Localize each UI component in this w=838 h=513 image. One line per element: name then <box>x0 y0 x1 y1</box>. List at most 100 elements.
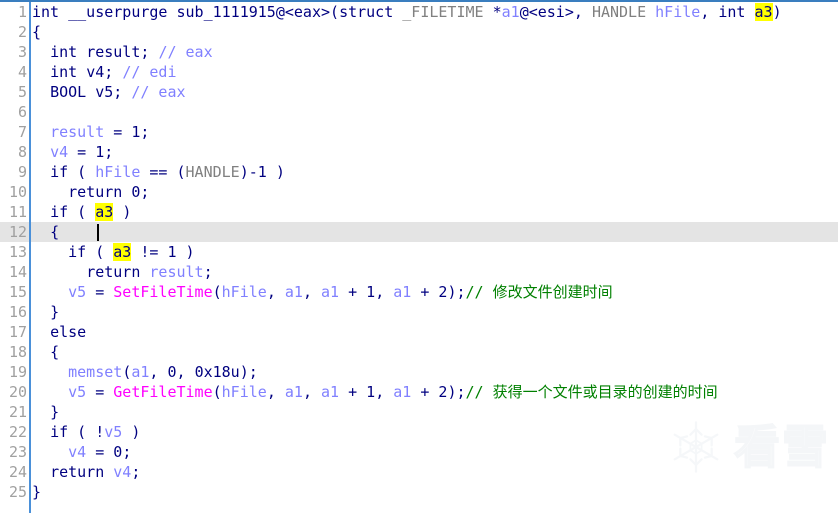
line-source[interactable]: { <box>28 22 838 42</box>
code-line[interactable]: 10 return 0; <box>0 182 838 202</box>
token-variable[interactable]: hFile <box>655 3 700 21</box>
token-variable-decl[interactable]: v5 <box>95 83 113 101</box>
token-variable[interactable]: a1 <box>321 383 339 401</box>
line-source[interactable]: result = 1; <box>28 122 838 142</box>
code-line[interactable]: 22 if ( !v5 ) <box>0 422 838 442</box>
line-source[interactable]: } <box>28 482 838 502</box>
token-variable[interactable]: v5 <box>104 423 122 441</box>
token-variable[interactable]: hFile <box>222 283 267 301</box>
token-punct: , <box>375 283 385 301</box>
line-source[interactable]: v4 = 1; <box>28 142 838 162</box>
line-source[interactable]: return 0; <box>28 182 838 202</box>
token-variable[interactable]: a1 <box>321 283 339 301</box>
token-variable[interactable]: hFile <box>222 383 267 401</box>
token-keyword: int <box>718 3 746 21</box>
code-line[interactable]: 25 } <box>0 482 838 502</box>
token-punct: , <box>700 3 710 21</box>
token-variable[interactable]: v4 <box>68 443 86 461</box>
token-number: 1 <box>167 243 177 261</box>
token-variable[interactable]: a1 <box>131 363 149 381</box>
code-line[interactable]: 3 int result; // eax <box>0 42 838 62</box>
token-variable[interactable]: a1 <box>285 383 303 401</box>
token-api-setfiletime[interactable]: SetFileTime <box>113 283 212 301</box>
line-source[interactable]: BOOL v5; // eax <box>28 82 838 102</box>
line-source[interactable]: int v4; // edi <box>28 62 838 82</box>
token-keyword: if <box>50 423 69 441</box>
code-editor[interactable]: 1 int __userpurge sub_1111915@<eax>(stru… <box>0 2 838 513</box>
line-source[interactable]: if ( a3 ) <box>28 202 838 222</box>
line-source[interactable]: int result; // eax <box>28 42 838 62</box>
line-source[interactable]: return v4; <box>28 462 838 482</box>
token-punct: != <box>140 243 159 261</box>
code-line[interactable]: 5 BOOL v5; // eax <box>0 82 838 102</box>
code-line-current[interactable]: 12 { <box>0 222 838 242</box>
token-api-getfiletime[interactable]: GetFileTime <box>113 383 212 401</box>
token-variable[interactable]: a1 <box>285 283 303 301</box>
code-line[interactable]: 9 if ( hFile == (HANDLE)-1 ) <box>0 162 838 182</box>
token-comment[interactable]: // 获得一个文件或目录的创建的时间 <box>466 383 718 401</box>
code-line[interactable]: 16 } <box>0 302 838 322</box>
token-api-memset[interactable]: memset <box>68 363 122 381</box>
line-source[interactable] <box>28 102 838 122</box>
token-highlighted-a3[interactable]: a3 <box>754 3 773 21</box>
line-source[interactable]: } <box>28 302 838 322</box>
line-source[interactable]: v5 = GetFileTime(hFile, a1, a1 + 1, a1 +… <box>28 382 838 402</box>
token-brace: { <box>50 223 60 241</box>
code-line[interactable]: 19 memset(a1, 0, 0x18u); <box>0 362 838 382</box>
line-number: 20 <box>8 383 27 401</box>
code-line[interactable]: 11 if ( a3 ) <box>0 202 838 222</box>
line-source[interactable]: if ( a3 != 1 ) <box>28 242 838 262</box>
code-line[interactable]: 15 v5 = SetFileTime(hFile, a1, a1 + 1, a… <box>0 282 838 302</box>
token-punct: , <box>149 363 159 381</box>
token-function-name[interactable]: sub_1111915 <box>177 3 276 21</box>
token-keyword: if <box>50 203 69 221</box>
code-line[interactable]: 6 <box>0 102 838 122</box>
token-comment[interactable]: // 修改文件创建时间 <box>466 283 613 301</box>
token-variable[interactable]: hFile <box>95 163 140 181</box>
line-source[interactable]: if ( hFile == (HANDLE)-1 ) <box>28 162 838 182</box>
code-line[interactable]: 1 int __userpurge sub_1111915@<eax>(stru… <box>0 2 838 22</box>
token-variable[interactable]: v4 <box>113 463 131 481</box>
line-source[interactable]: return result; <box>28 262 838 282</box>
line-source[interactable]: { <box>28 222 838 242</box>
token-variable[interactable]: a1 <box>393 283 411 301</box>
code-line[interactable]: 18 { <box>0 342 838 362</box>
token-variable[interactable]: result <box>50 123 104 141</box>
code-line[interactable]: 7 result = 1; <box>0 122 838 142</box>
code-line[interactable]: 23 v4 = 0; <box>0 442 838 462</box>
token-punct: ) <box>122 203 132 221</box>
code-line[interactable]: 14 return result; <box>0 262 838 282</box>
token-variable[interactable]: v4 <box>50 143 68 161</box>
code-line[interactable]: 8 v4 = 1; <box>0 142 838 162</box>
line-number: 18 <box>8 343 27 361</box>
token-punct: @<eax>( <box>275 3 340 21</box>
code-line[interactable]: 13 if ( a3 != 1 ) <box>0 242 838 262</box>
token-variable[interactable]: v5 <box>68 283 86 301</box>
token-variable[interactable]: result <box>149 263 203 281</box>
token-highlighted-a3[interactable]: a3 <box>113 243 132 261</box>
code-line[interactable]: 4 int v4; // edi <box>0 62 838 82</box>
code-line[interactable]: 20 v5 = GetFileTime(hFile, a1, a1 + 1, a… <box>0 382 838 402</box>
line-source[interactable]: if ( !v5 ) <box>28 422 838 442</box>
line-source[interactable]: memset(a1, 0, 0x18u); <box>28 362 838 382</box>
token-punct: ; <box>140 183 150 201</box>
code-line[interactable]: 17 else <box>0 322 838 342</box>
token-variable[interactable]: a1 <box>502 3 520 21</box>
line-source[interactable]: v5 = SetFileTime(hFile, a1, a1 + 1, a1 +… <box>28 282 838 302</box>
token-variable-decl[interactable]: result <box>86 43 140 61</box>
code-line[interactable]: 2 { <box>0 22 838 42</box>
token-punct: , <box>266 383 276 401</box>
code-line[interactable]: 24 return v4; <box>0 462 838 482</box>
line-source[interactable]: int __userpurge sub_1111915@<eax>(struct… <box>28 2 838 22</box>
token-variable[interactable]: v5 <box>68 383 86 401</box>
line-source[interactable]: { <box>28 342 838 362</box>
line-number: 16 <box>8 303 27 321</box>
token-variable[interactable]: a1 <box>393 383 411 401</box>
token-variable-decl[interactable]: v4 <box>86 63 104 81</box>
token-highlighted-a3[interactable]: a3 <box>95 203 114 221</box>
code-line[interactable]: 21 } <box>0 402 838 422</box>
line-source[interactable]: else <box>28 322 838 342</box>
line-source[interactable]: } <box>28 402 838 422</box>
line-source[interactable]: v4 = 0; <box>28 442 838 462</box>
line-number: 14 <box>8 263 27 281</box>
